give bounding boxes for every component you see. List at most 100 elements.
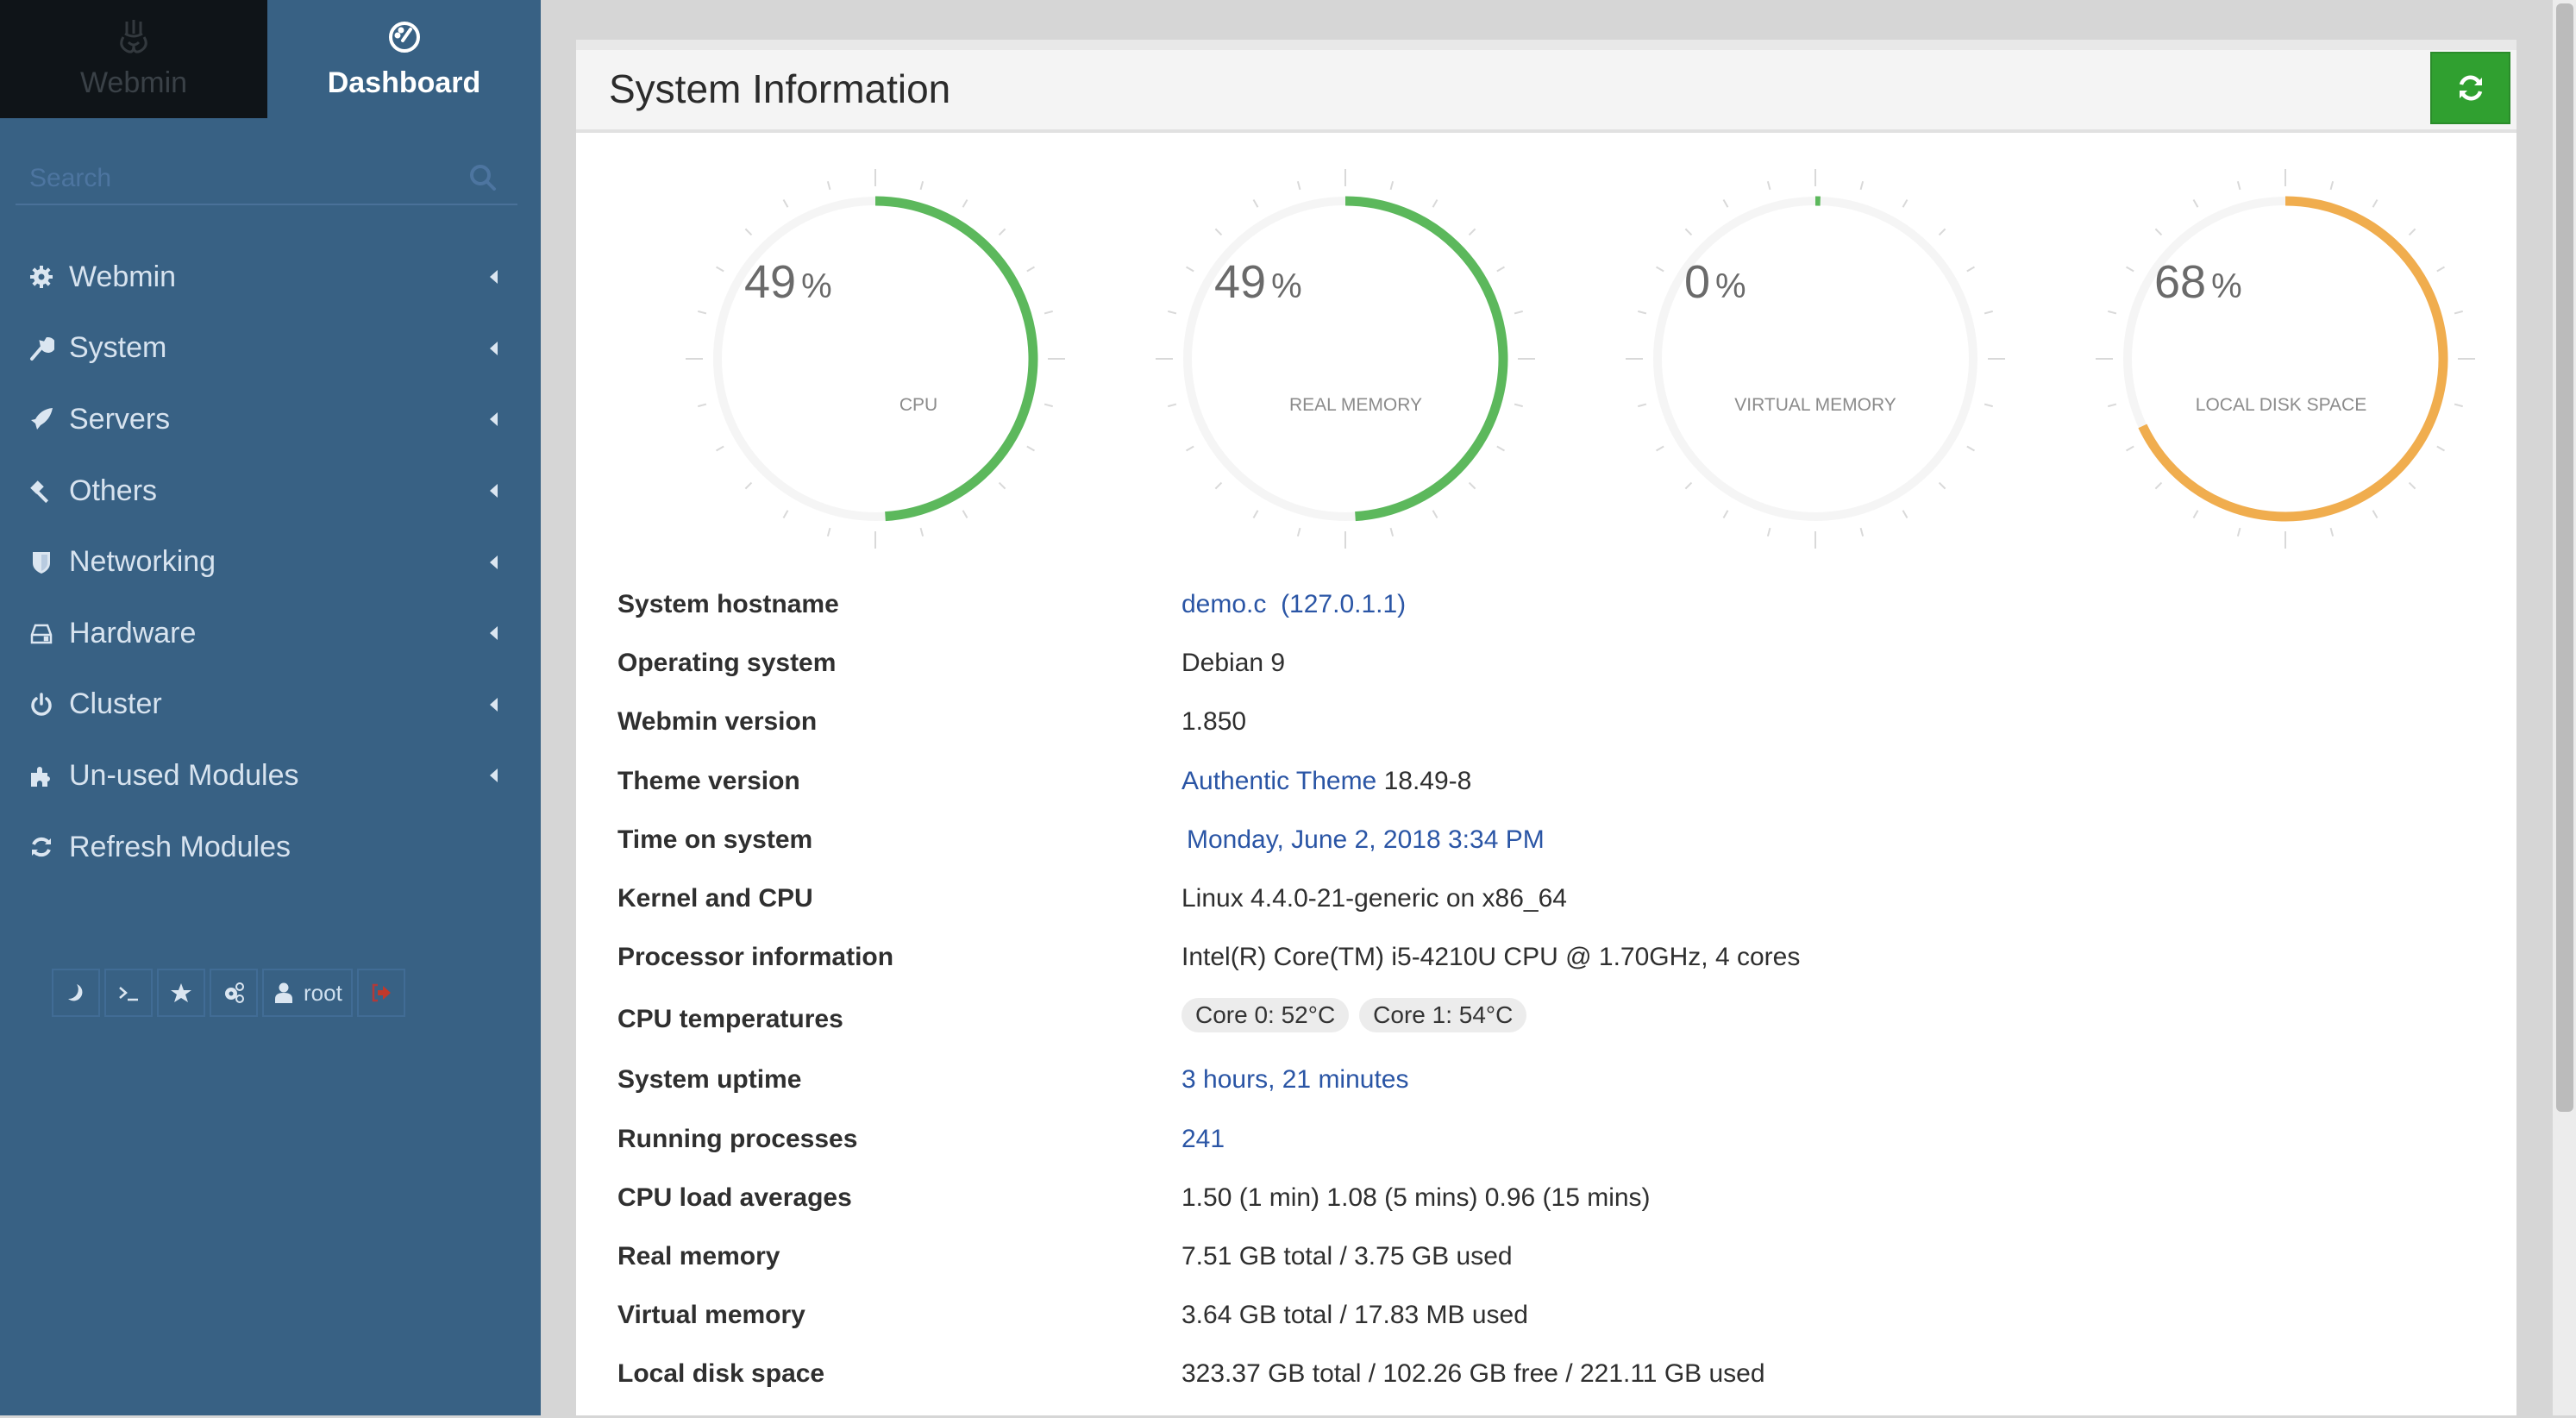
info-row-uptime: System uptime 3 hours, 21 minutes (617, 1065, 2429, 1124)
favorites-button[interactable] (157, 969, 205, 1017)
gauge-unit: % (1715, 267, 1746, 305)
gauge-tick (2194, 511, 2198, 518)
theme-version-number: 18.49-8 (1384, 767, 1472, 795)
sidebar-item-refresh-modules[interactable]: Refresh Modules (0, 812, 541, 883)
refresh-button[interactable] (2430, 52, 2510, 124)
sidebar-item-servers[interactable]: Servers (0, 384, 541, 455)
sign-out-icon (370, 982, 392, 1004)
gauge-tick (1298, 528, 1301, 536)
gauge-tick (784, 511, 788, 518)
sidebar-item-others[interactable]: Others (0, 455, 541, 527)
caret-left-icon (490, 484, 498, 498)
tab-dashboard-label: Dashboard (328, 66, 481, 100)
sidebar-item-label: System (69, 331, 166, 365)
gauge-tick (1940, 483, 1946, 489)
tab-dashboard[interactable]: Dashboard (267, 0, 541, 118)
gauge-tick (717, 447, 724, 451)
gauge-tick (2410, 229, 2416, 235)
gauge-arc (2142, 201, 2443, 517)
gauge-tick (784, 200, 788, 208)
gauge-tick (963, 200, 968, 208)
info-label: Running processes (617, 1125, 857, 1154)
gauge-tick (1685, 229, 1691, 235)
system-information-panel: System Information 49% CPU 49% REAL MEMO… (576, 40, 2516, 1415)
theme-settings-button[interactable] (210, 969, 258, 1017)
gauge-tick (1657, 267, 1664, 272)
sidebar-item-label: Others (69, 474, 157, 508)
gauge-tick (1027, 447, 1035, 451)
gauge-unit: % (2211, 267, 2242, 305)
info-label: CPU load averages (617, 1183, 852, 1213)
gauge-track (1658, 201, 1973, 517)
gauge-number: 49 (1214, 256, 1266, 308)
search-input[interactable] (28, 159, 462, 198)
gauge-tick (1967, 267, 1975, 272)
sidebar-item-cluster[interactable]: Cluster (0, 669, 541, 741)
gauge-number: 49 (744, 256, 796, 308)
search-box (16, 154, 517, 205)
gauge-dial (2096, 169, 2475, 549)
info-value: 323.37 GB total / 102.26 GB free / 221.1… (1181, 1359, 1765, 1389)
gauge-tick (1027, 267, 1035, 272)
power-icon (24, 692, 59, 718)
tab-webmin[interactable]: Webmin (0, 0, 267, 118)
gauge-tick (2238, 528, 2241, 536)
gavel-icon (24, 478, 59, 504)
gauge-tick (2108, 311, 2116, 314)
scrollbar[interactable] (2551, 0, 2576, 1415)
info-label: CPU temperatures (617, 1005, 843, 1034)
gauge-tick (2437, 447, 2445, 451)
gauge-label: LOCAL DISK SPACE (2091, 395, 2471, 416)
gauge-tick (2127, 267, 2134, 272)
scrollbar-thumb[interactable] (2556, 3, 2573, 1112)
night-mode-button[interactable] (52, 969, 100, 1017)
info-row-processes: Running processes 241 (617, 1125, 2429, 1183)
gauge-tick (1391, 528, 1394, 536)
hostname-ip[interactable]: (127.0.1.1) (1281, 590, 1406, 618)
user-button[interactable]: root (262, 969, 353, 1017)
processes-link[interactable]: 241 (1181, 1125, 1225, 1154)
gauge-tick (2155, 483, 2161, 489)
terminal-button[interactable] (104, 969, 153, 1017)
hostname-link[interactable]: demo.c (1181, 590, 1266, 618)
moon-icon (65, 982, 87, 1004)
gauge-real-memory: 49% REAL MEMORY (1156, 169, 1535, 549)
uptime-link[interactable]: 3 hours, 21 minutes (1181, 1065, 1408, 1095)
caret-left-icon (490, 342, 498, 355)
system-time-link[interactable]: Monday, June 2, 2018 3:34 PM (1187, 825, 1545, 855)
logout-button[interactable] (357, 969, 405, 1017)
sidebar-item-networking[interactable]: Networking (0, 526, 541, 598)
gauge-tick (1254, 200, 1258, 208)
gauge-tick (698, 311, 706, 314)
search-icon[interactable] (467, 162, 498, 193)
gauge-tick (1861, 181, 1864, 190)
info-row-theme-version: Theme version Authentic Theme 18.49-8 (617, 767, 2429, 825)
info-label: System uptime (617, 1065, 801, 1095)
gauge-dial (686, 169, 1065, 549)
sidebar-item-unused-modules[interactable]: Un-used Modules (0, 740, 541, 812)
gauge-tick (2454, 311, 2463, 314)
panel-title: System Information (609, 66, 950, 112)
info-value: Authentic Theme 18.49-8 (1181, 767, 1471, 796)
temp-badge: Core 1: 54°C (1359, 998, 1526, 1032)
gauge-tick (921, 528, 924, 536)
info-value: 3.64 GB total / 17.83 MB used (1181, 1301, 1528, 1330)
gauge-tick (745, 229, 751, 235)
gauge-tick (1168, 311, 1176, 314)
gauge-tick (1967, 447, 1975, 451)
info-value: 7.51 GB total / 3.75 GB used (1181, 1242, 1513, 1271)
theme-link[interactable]: Authentic Theme (1181, 767, 1376, 795)
refresh-icon (24, 834, 59, 860)
sidebar-item-webmin[interactable]: Webmin (0, 242, 541, 313)
gauge-label: VIRTUAL MEMORY (1626, 395, 2005, 416)
info-label: Kernel and CPU (617, 884, 813, 913)
info-row-time: Time on system Monday, June 2, 2018 3:34… (617, 825, 2429, 884)
gauge-tick (1903, 200, 1908, 208)
gauge-tick (1497, 267, 1505, 272)
sidebar-item-system[interactable]: System (0, 313, 541, 385)
gauge-arc (1345, 201, 1503, 517)
gauge-tick (828, 528, 830, 536)
system-info-table: System hostname demo.c (127.0.1.1) Opera… (617, 590, 2429, 1418)
gauge-tick (745, 483, 751, 489)
sidebar-item-hardware[interactable]: Hardware (0, 598, 541, 669)
